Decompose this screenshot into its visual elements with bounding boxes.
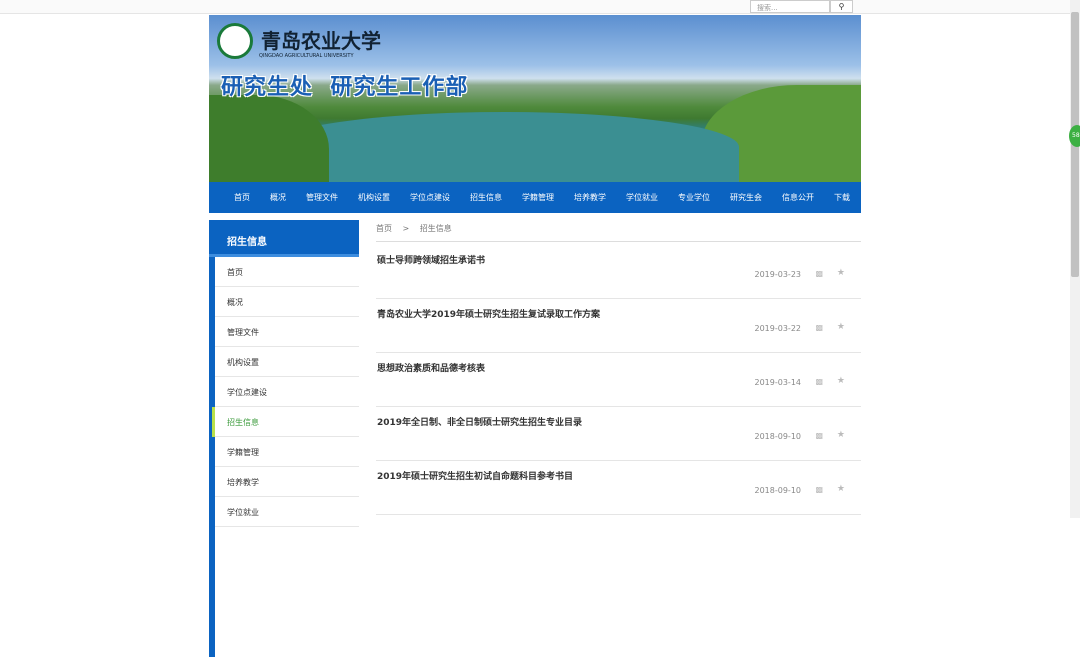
scrollbar[interactable] [1070, 0, 1080, 518]
article-item: 2019年全日制、非全日制硕士研究生招生专业目录 2018-09-10 ▩ ★ [376, 407, 861, 461]
search-button[interactable]: ⚲ [830, 0, 853, 13]
sidebar: 招生信息 首页 概况 管理文件 机构设置 学位点建设 招生信息 学籍管理 培养教学 学位就业 [209, 220, 359, 657]
article-title[interactable]: 思想政治素质和品德考核表 [377, 361, 485, 374]
breadcrumb-separator: > [402, 224, 410, 233]
banner-lake [269, 112, 739, 182]
sidebar-item[interactable]: 学位点建设 [215, 377, 359, 407]
search-input[interactable]: 搜索... [750, 0, 830, 13]
star-icon[interactable]: ★ [837, 376, 845, 386]
article-title[interactable]: 硕士导师跨领域招生承诺书 [377, 253, 485, 266]
article-item: 硕士导师跨领域招生承诺书 2019-03-23 ▩ ★ [376, 245, 861, 299]
article-date: 2019-03-14 [754, 378, 802, 387]
sidebar-item[interactable]: 学籍管理 [215, 437, 359, 467]
site-title: 研究生处 研究生工作部 [221, 75, 469, 100]
main-nav: 首页 概况 管理文件 机构设置 学位点建设 招生信息 学籍管理 培养教学 学位就业 专业学位 研究生… [209, 182, 861, 213]
nav-item[interactable]: 研究生会 [730, 192, 762, 203]
article-item: 2019年硕士研究生招生初试自命题科目参考书目 2018-09-10 ▩ ★ [376, 461, 861, 515]
nav-item[interactable]: 信息公开 [782, 192, 814, 203]
nav-item[interactable]: 管理文件 [306, 192, 338, 203]
top-bar: 搜索... ⚲ [0, 0, 1070, 14]
nav-item[interactable]: 培养教学 [574, 192, 606, 203]
comment-icon[interactable]: ▩ [815, 323, 823, 332]
article-item: 思想政治素质和品德考核表 2019-03-14 ▩ ★ [376, 353, 861, 407]
sidebar-item[interactable]: 招生信息 [212, 407, 359, 437]
nav-item[interactable]: 学位就业 [626, 192, 658, 203]
sidebar-item[interactable]: 首页 [215, 257, 359, 287]
star-icon[interactable]: ★ [837, 322, 845, 332]
banner: 青岛农业大学 QINGDAO AGRICULTURAL UNIVERSITY 研… [209, 15, 861, 182]
article-title[interactable]: 2019年硕士研究生招生初试自命题科目参考书目 [377, 469, 573, 482]
breadcrumb: 首页 > 招生信息 [376, 223, 861, 242]
sidebar-item[interactable]: 概况 [215, 287, 359, 317]
article-date: 2019-03-22 [754, 324, 802, 333]
article-title[interactable]: 2019年全日制、非全日制硕士研究生招生专业目录 [377, 415, 582, 428]
breadcrumb-current[interactable]: 招生信息 [420, 224, 452, 233]
comment-icon[interactable]: ▩ [815, 269, 823, 278]
article-date: 2018-09-10 [754, 432, 802, 441]
sidebar-item[interactable]: 学位就业 [215, 497, 359, 527]
article-title[interactable]: 青岛农业大学2019年硕士研究生招生复试录取工作方案 [377, 307, 600, 320]
nav-item[interactable]: 学籍管理 [522, 192, 554, 203]
sidebar-item[interactable]: 机构设置 [215, 347, 359, 377]
sidebar-item[interactable]: 管理文件 [215, 317, 359, 347]
star-icon[interactable]: ★ [837, 484, 845, 494]
article-item: 青岛农业大学2019年硕士研究生招生复试录取工作方案 2019-03-22 ▩ ★ [376, 299, 861, 353]
sidebar-title: 招生信息 [209, 220, 359, 257]
nav-item[interactable]: 下载 [834, 192, 850, 203]
logo-text: 青岛农业大学 [261, 29, 381, 53]
article-date: 2019-03-23 [754, 270, 802, 279]
nav-item[interactable]: 学位点建设 [410, 192, 450, 203]
search-icon: ⚲ [838, 2, 845, 11]
article-list: 硕士导师跨领域招生承诺书 2019-03-23 ▩ ★ 青岛农业大学2019年硕士研究生… [376, 245, 861, 515]
floating-badge[interactable]: 58 [1069, 125, 1080, 147]
logo-subtitle: QINGDAO AGRICULTURAL UNIVERSITY [259, 53, 354, 59]
nav-item[interactable]: 机构设置 [358, 192, 390, 203]
banner-trees [209, 95, 329, 182]
star-icon[interactable]: ★ [837, 268, 845, 278]
nav-item[interactable]: 概况 [270, 192, 286, 203]
article-date: 2018-09-10 [754, 486, 802, 495]
star-icon[interactable]: ★ [837, 430, 845, 440]
comment-icon[interactable]: ▩ [815, 485, 823, 494]
comment-icon[interactable]: ▩ [815, 377, 823, 386]
comment-icon[interactable]: ▩ [815, 431, 823, 440]
nav-item[interactable]: 首页 [234, 192, 250, 203]
breadcrumb-home[interactable]: 首页 [376, 224, 392, 233]
nav-item[interactable]: 专业学位 [678, 192, 710, 203]
university-logo[interactable] [217, 23, 253, 59]
nav-item[interactable]: 招生信息 [470, 192, 502, 203]
sidebar-item[interactable]: 培养教学 [215, 467, 359, 497]
